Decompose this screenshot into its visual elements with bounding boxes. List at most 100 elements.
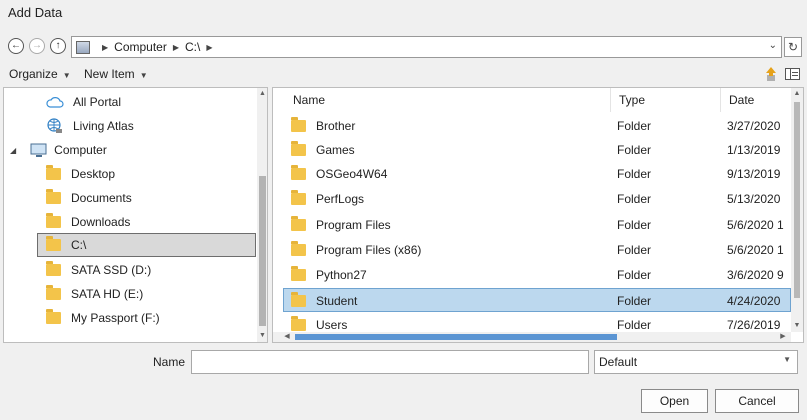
folder-icon [46, 261, 61, 276]
sort-icon[interactable] [765, 66, 777, 82]
tree-item-all-portal[interactable]: All Portal [46, 90, 121, 114]
file-list-hscrollbar[interactable]: ◀ ▶ [273, 332, 791, 342]
tree-scrollbar[interactable]: ▲ ▼ [257, 88, 267, 342]
file-type: Folder [617, 294, 652, 308]
refresh-button[interactable]: ↻ [784, 37, 802, 57]
column-header-name[interactable]: Name [293, 88, 325, 112]
folder-icon [46, 285, 61, 300]
organize-label: Organize [9, 67, 58, 81]
file-date: 5/6/2020 1 [727, 218, 784, 232]
tree-item-label: Documents [71, 191, 132, 205]
folder-icon [46, 165, 61, 180]
tree-item-label: All Portal [73, 95, 122, 109]
file-row-perflogs[interactable]: PerfLogs Folder 5/13/2020 [283, 187, 791, 211]
file-date: 9/13/2019 [727, 167, 781, 181]
organize-menu[interactable]: Organize ▼ [9, 67, 71, 81]
view-options-icon[interactable] [785, 68, 800, 80]
file-row-osgeo4w64[interactable]: OSGeo4W64 Folder 9/13/2019 [283, 162, 791, 186]
up-button[interactable]: ↑ [50, 38, 66, 54]
tree-item-my-passport[interactable]: My Passport (F:) [46, 306, 160, 330]
computer-icon [30, 143, 47, 157]
folder-icon [291, 190, 306, 205]
tree-item-label: SATA HD (E:) [71, 287, 144, 301]
address-dropdown-icon[interactable]: ⌄ [769, 40, 777, 51]
file-name: Brother [316, 119, 356, 133]
folder-icon [46, 213, 61, 228]
scroll-left-icon[interactable]: ◀ [283, 332, 291, 342]
open-button[interactable]: Open [641, 389, 708, 413]
file-type-select[interactable]: Default ▼ [594, 350, 798, 374]
navigation-pane: All Portal Living Atlas ◢ Computer Deskt… [3, 87, 268, 343]
folder-icon [46, 309, 61, 324]
column-header-type[interactable]: Type [619, 88, 645, 112]
file-row-program-files-x86[interactable]: Program Files (x86) Folder 5/6/2020 1 [283, 238, 791, 262]
file-type: Folder [617, 268, 652, 282]
file-type: Folder [617, 243, 652, 257]
file-row-program-files[interactable]: Program Files Folder 5/6/2020 1 [283, 213, 791, 237]
breadcrumb-computer[interactable]: Computer [114, 40, 167, 54]
file-type: Folder [617, 143, 652, 157]
address-bar[interactable]: ▶ Computer ▶ C:\ ▶ ⌄ [71, 36, 782, 58]
file-row-games[interactable]: Games Folder 1/13/2019 [283, 138, 791, 162]
file-date: 4/24/2020 [727, 294, 781, 308]
tree-item-desktop[interactable]: Desktop [46, 162, 115, 186]
column-header-date[interactable]: Date [729, 88, 754, 112]
file-name: Users [316, 318, 348, 332]
scroll-up-icon[interactable]: ▲ [791, 88, 803, 100]
caret-down-icon: ▼ [139, 71, 148, 80]
tree-item-living-atlas[interactable]: Living Atlas [46, 114, 134, 138]
file-list-vscrollbar[interactable]: ▲ ▼ [791, 88, 803, 332]
file-list-hscrollbar-thumb[interactable] [295, 334, 617, 340]
file-name: Program Files (x86) [316, 243, 422, 257]
tree-item-label: SATA SSD (D:) [71, 263, 152, 277]
scroll-down-icon[interactable]: ▼ [257, 330, 267, 342]
arrow-up-icon: ↑ [55, 40, 61, 51]
expand-arrow-icon[interactable]: ◢ [10, 146, 16, 155]
new-item-menu[interactable]: New Item ▼ [84, 67, 148, 81]
folder-icon [291, 266, 306, 281]
computer-icon [76, 40, 90, 54]
scroll-right-icon[interactable]: ▶ [779, 332, 787, 342]
back-button[interactable]: ← [8, 38, 24, 54]
globe-icon [47, 118, 62, 133]
file-row-python27[interactable]: Python27 Folder 3/6/2020 9 [283, 263, 791, 287]
file-name: Python27 [316, 268, 367, 282]
file-name: Student [316, 294, 358, 308]
tree-item-label: Downloads [71, 215, 131, 229]
name-label: Name [153, 355, 186, 369]
tree-item-c-drive[interactable]: C:\ [37, 233, 256, 257]
scroll-up-icon[interactable]: ▲ [257, 88, 267, 100]
tree-item-computer[interactable]: ◢ Computer [10, 138, 107, 162]
file-row-brother[interactable]: Brother Folder 3/27/2020 [283, 114, 791, 138]
breadcrumb-drive[interactable]: C:\ [185, 40, 200, 54]
caret-down-icon: ▼ [62, 71, 71, 80]
column-divider[interactable] [720, 88, 721, 112]
tree-scrollbar-thumb[interactable] [259, 176, 266, 326]
file-list-vscrollbar-thumb[interactable] [794, 102, 800, 298]
tree-item-sata-ssd[interactable]: SATA SSD (D:) [46, 258, 151, 282]
column-divider[interactable] [610, 88, 611, 112]
tree-item-sata-hd[interactable]: SATA HD (E:) [46, 282, 143, 306]
file-type: Folder [617, 119, 652, 133]
file-list: Name Type Date Brother Folder 3/27/2020 … [272, 87, 804, 343]
file-date: 3/27/2020 [727, 119, 781, 133]
tree-item-label: Computer [54, 143, 107, 157]
file-name: PerfLogs [316, 192, 365, 206]
tree-item-downloads[interactable]: Downloads [46, 210, 130, 234]
scroll-down-icon[interactable]: ▼ [791, 320, 803, 332]
tree-item-documents[interactable]: Documents [46, 186, 132, 210]
arrow-right-icon: → [32, 40, 42, 51]
file-name: Program Files [316, 218, 391, 232]
file-name-input[interactable] [191, 350, 589, 374]
breadcrumb-separator-icon: ▶ [206, 42, 213, 52]
forward-button[interactable]: → [29, 38, 45, 54]
chevron-down-icon: ▼ [783, 355, 791, 364]
tree-item-label: C:\ [71, 238, 87, 252]
breadcrumb-separator-icon: ▶ [172, 42, 179, 52]
folder-icon [291, 165, 306, 180]
cancel-button[interactable]: Cancel [715, 389, 799, 413]
arrow-left-icon: ← [11, 40, 21, 51]
file-row-student[interactable]: Student Folder 4/24/2020 [283, 288, 791, 312]
tree-item-label: Living Atlas [73, 119, 134, 133]
file-date: 3/6/2020 9 [727, 268, 784, 282]
